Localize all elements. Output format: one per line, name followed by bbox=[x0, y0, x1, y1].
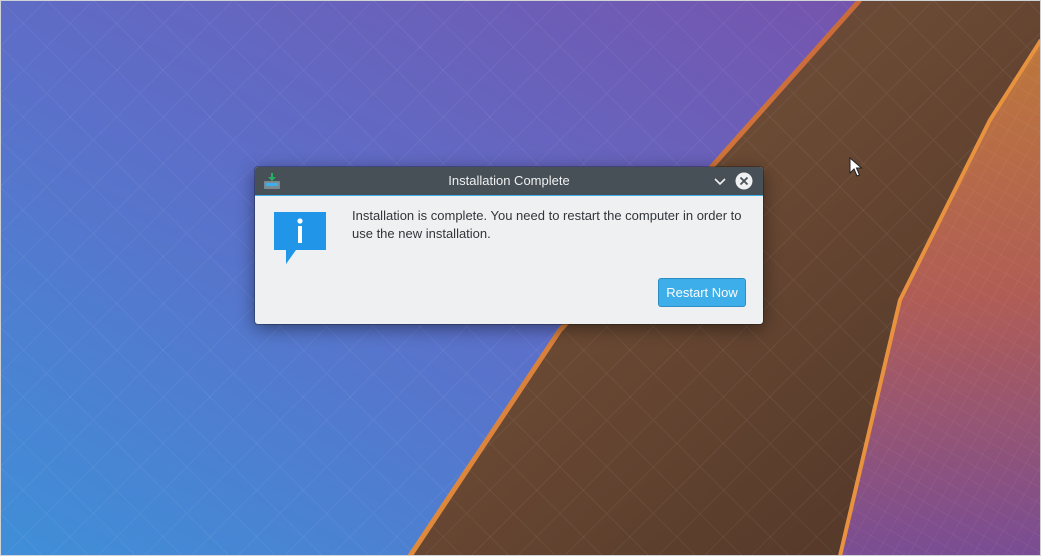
dialog-body: Installation is complete. You need to re… bbox=[255, 196, 763, 324]
minimize-chevron-icon[interactable] bbox=[711, 172, 729, 190]
restart-now-button[interactable]: Restart Now bbox=[658, 278, 746, 307]
mouse-pointer-icon bbox=[849, 156, 863, 177]
installation-complete-dialog: Installation Complete Installation is co… bbox=[255, 167, 763, 324]
information-icon bbox=[274, 212, 328, 266]
dialog-titlebar[interactable]: Installation Complete bbox=[255, 167, 763, 196]
dialog-title: Installation Complete bbox=[448, 173, 570, 188]
close-icon[interactable] bbox=[735, 172, 753, 190]
dialog-message: Installation is complete. You need to re… bbox=[352, 208, 742, 241]
